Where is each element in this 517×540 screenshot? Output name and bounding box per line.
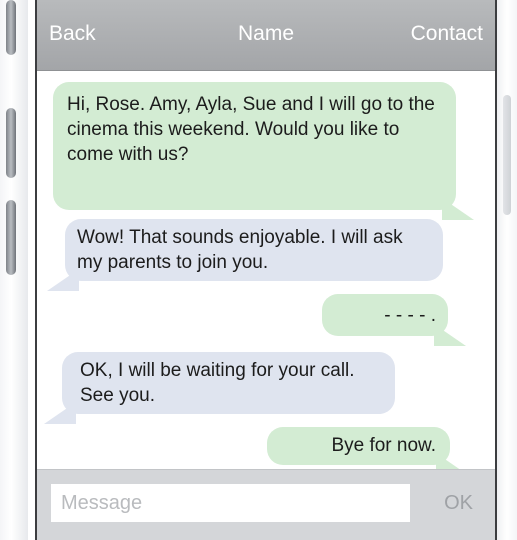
message-text: Hi, Rose. Amy, Ayla, Sue and I will go t… [67, 94, 435, 165]
phone-screen: Back Name Contact Hi, Rose. Amy, Ayla, S… [35, 0, 497, 540]
bubble-tail [442, 198, 474, 220]
incoming-message-bubble: OK, I will be waiting for your call. See… [44, 352, 395, 424]
message-text: Bye for now. [331, 435, 436, 456]
outgoing-message-bubble: Bye for now. [267, 427, 468, 475]
phone-volume-down-button [6, 200, 16, 275]
phone-power-button [503, 95, 511, 215]
contact-button[interactable]: Contact [411, 22, 483, 46]
outgoing-message-bubble: Hi, Rose. Amy, Ayla, Sue and I will go t… [53, 82, 474, 220]
phone-volume-up-button [6, 108, 16, 178]
message-thread[interactable]: Hi, Rose. Amy, Ayla, Sue and I will go t… [37, 71, 495, 475]
bubble-tail [44, 402, 76, 424]
message-text: - - - - . [384, 305, 436, 326]
message-text: Wow! That sounds enjoyable. I will ask m… [77, 227, 403, 273]
incoming-message-bubble: Wow! That sounds enjoyable. I will ask m… [47, 219, 443, 291]
bubble-tail [434, 324, 466, 346]
navigation-bar: Back Name Contact [37, 0, 495, 71]
message-input[interactable] [51, 484, 410, 522]
outgoing-message-bubble: - - - - . [322, 294, 466, 346]
message-text: OK, I will be waiting for your call. See… [80, 360, 355, 406]
bubble-tail [47, 269, 79, 291]
message-composer: OK [37, 469, 495, 540]
phone-side-button-top [6, 0, 16, 55]
send-button[interactable]: OK [444, 492, 473, 515]
